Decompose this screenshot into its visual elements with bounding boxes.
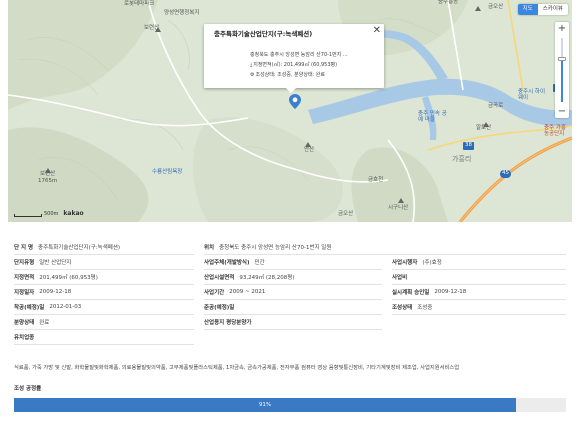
info-tenant-price: 산업용지 평당분양가 (204, 315, 382, 330)
info-label: 사업시행자 (392, 260, 418, 266)
map-type-toggle: 지도 스카이뷰 (517, 4, 568, 15)
info-label: 분양상태 (14, 320, 35, 326)
info-label: 조성상태 (392, 305, 413, 311)
info-designated-date: 지정일자 2009-12-18 (14, 285, 194, 300)
zoom-control: + − (555, 22, 569, 118)
kakao-logo: kakao (63, 210, 84, 217)
gear-icon: ⚙ (250, 72, 255, 78)
info-value: 충주특화기술산업단지(구:녹색폐션) (38, 245, 121, 251)
info-value: 2009-12-18 (434, 289, 467, 295)
info-label: 지정면적 (14, 275, 35, 281)
popup-address-text: 충청북도 충주시 앙성면 능암리 산70-1번지 ... (250, 52, 348, 58)
industries-list: 식료품, 가죽 가방 및 신발, 화학물질및화학제품, 의료용물질및의약품, 고… (14, 365, 460, 371)
info-value: 2009 ~ 2021 (229, 289, 266, 295)
info-plan-approval: 실시계획 승인일 2009-12-18 (392, 285, 566, 300)
map-label: 충주흥농 (438, 0, 459, 5)
info-value: 93,249㎡ (28,208평) (239, 275, 295, 281)
map-type-skyview-button[interactable]: 스카이뷰 (537, 4, 568, 15)
info-start-date: 착공(예정)일 2012-01-03 (14, 300, 194, 315)
industries-title: 유치업종 (14, 335, 35, 341)
map-label: 금호천 (368, 177, 384, 183)
highway-number-badge: 45 (500, 170, 511, 178)
map-label: 금오산 (338, 211, 354, 217)
zoom-out-button[interactable]: − (555, 105, 569, 118)
info-value: 2012-01-03 (49, 304, 82, 310)
info-project-cost: 사업비 (392, 270, 566, 285)
map-label: 수룡산림욕장 (152, 169, 183, 175)
info-operator-type: 사업주체(개발방식) 민간 (204, 255, 382, 270)
popup-status-text: 조성상태: 조성중, 분양상태: 완료 (255, 72, 326, 78)
info-value: 조성중 (417, 305, 433, 311)
map-label: 로봇테마파크 (124, 1, 155, 7)
info-industries-heading: 유치업종 (14, 330, 194, 345)
info-value: 2009-12-18 (39, 289, 72, 295)
map-label: 양성면행정복지 (164, 10, 200, 16)
map-label: 금곡로 (488, 103, 504, 109)
popup-area: ⤓지정면적(㎡): 201,499㎡ (60,953평) (250, 61, 337, 68)
info-label: 단지유형 (14, 260, 35, 266)
progress-label: 91% (258, 402, 272, 408)
map-label: 가흥리 (452, 155, 472, 163)
info-label: 단 지 명 (14, 245, 34, 251)
info-label: 사업비 (392, 275, 408, 281)
progress-title: 조성 공정률 (14, 386, 42, 392)
map-label: 충주 가흥 농공단지 (544, 125, 566, 137)
map-label: 보련산 (144, 25, 160, 31)
zoom-slider-fill (561, 59, 563, 102)
popup-title: 충주특화기술산업단지(구:녹색폐션) (214, 30, 313, 38)
road-number-badge: 38 (463, 142, 474, 150)
map-view[interactable]: 로봇테마파크 양성면행정복지 보련산 금오산 보련산 1765m 수룡산림욕장 … (8, 0, 572, 222)
info-completion-date: 준공(예정)일 (204, 300, 382, 315)
map-label: 알토산 (476, 125, 492, 131)
map-info-popup: 충주특화기술산업단지(구:녹색폐션) ✕ 충청북도 충주시 앙성면 능암리 산7… (204, 24, 384, 93)
info-project-period: 사업기간 2009 ~ 2021 (204, 285, 382, 300)
info-complex-name: 단 지 명 충주특화기술산업단지(구:녹색폐션) (14, 240, 194, 255)
close-icon[interactable]: ✕ (373, 26, 381, 36)
info-build-status: 조성상태 조성중 (392, 300, 566, 315)
info-label: 준공(예정)일 (204, 305, 235, 311)
map-label: 충주시 하이웨이 (518, 89, 546, 101)
map-label: 1765m (38, 178, 58, 184)
map-label: 충주 민속 공예 마을 (418, 111, 447, 123)
scale-line (14, 214, 42, 217)
map-label: 보련산 (40, 171, 56, 177)
popup-address: 충청북도 충주시 앙성면 능암리 산70-1번지 ... (250, 51, 348, 58)
info-label: 사업기간 (204, 290, 225, 296)
popup-area-text: 지정면적(㎡): 201,499㎡ (60,953평) (253, 62, 338, 68)
info-developer: 사업시행자 (주)효정 (392, 255, 566, 270)
info-label: 지정일자 (14, 290, 35, 296)
scale-text: 500m (44, 211, 59, 217)
info-value: 201,499㎡ (60,953평) (39, 275, 98, 281)
map-pin-icon[interactable] (289, 94, 301, 109)
progress-fill: 91% (14, 398, 516, 412)
zoom-in-button[interactable]: + (555, 22, 569, 35)
info-sale-status: 분양상태 완료 (14, 315, 194, 330)
map-label: 금오산 (488, 4, 504, 10)
map-scale-bar: 500m kakao (14, 211, 84, 217)
map-type-map-button[interactable]: 지도 (517, 4, 538, 15)
info-value: 일반 산업단지 (39, 260, 72, 266)
info-industrial-area: 산업시설면적 93,249㎡ (28,208평) (204, 270, 382, 285)
progress-bar: 91% (14, 398, 566, 412)
info-location: 위치 충청북도 충주시 앙성면 능암리 산70-1번지 일원 (204, 240, 566, 255)
zoom-slider-handle[interactable] (558, 57, 566, 61)
info-label: 산업용지 평당분양가 (204, 320, 252, 326)
zoom-slider-track[interactable] (558, 38, 566, 102)
info-designated-area: 지정면적 201,499㎡ (60,953평) (14, 270, 194, 285)
info-value: 충청북도 충주시 앙성면 능암리 산70-1번지 일원 (219, 245, 332, 251)
info-label: 실시계획 승인일 (392, 290, 430, 296)
info-complex-type: 단지유형 일반 산업단지 (14, 255, 194, 270)
info-label: 사업주체(개발방식) (204, 260, 250, 266)
popup-status: ⚙조성상태: 조성중, 분양상태: 완료 (250, 71, 325, 78)
info-value: 민간 (254, 260, 265, 266)
info-label: 위치 (204, 245, 215, 251)
info-value: (주)효정 (422, 260, 442, 266)
info-value: 완료 (39, 320, 50, 326)
info-label: 착공(예정)일 (14, 305, 45, 311)
download-icon: ⤓ (250, 62, 253, 68)
map-label: 시구니산 (388, 205, 409, 211)
info-label: 산업시설면적 (204, 275, 235, 281)
map-label: 안산 (304, 147, 315, 153)
